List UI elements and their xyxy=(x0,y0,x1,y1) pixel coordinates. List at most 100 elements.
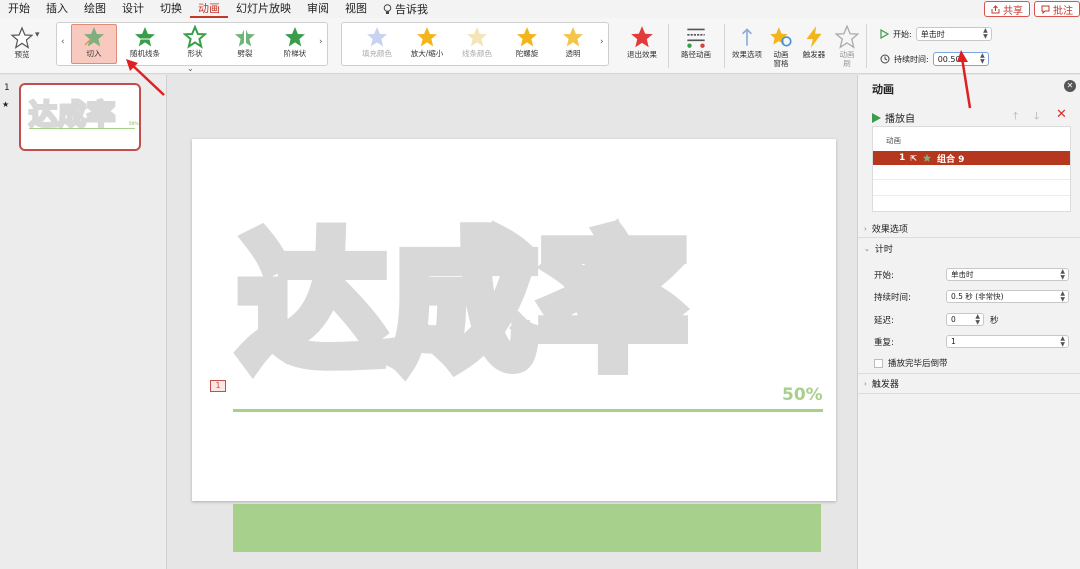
slide-main-text[interactable]: 达成率 xyxy=(233,212,693,396)
ribbon-divider xyxy=(724,24,725,68)
comment-button[interactable]: 批注 xyxy=(1034,1,1080,17)
emphasis-right-icon[interactable]: › xyxy=(600,37,604,47)
pane-delay-unit: 秒 xyxy=(990,316,999,326)
pane-duration-label: 持续时间: xyxy=(874,293,911,303)
share-icon xyxy=(991,4,1000,13)
slide-percent-text[interactable]: 50% xyxy=(782,385,823,405)
select-updown-icon: ▲ ▼ xyxy=(1060,290,1065,303)
trigger-lightning-icon xyxy=(806,26,822,48)
effect-random-bars[interactable]: 随机线条 xyxy=(121,25,169,58)
tab-view[interactable]: 视图 xyxy=(337,0,375,18)
gallery-left-icon[interactable]: ‹ xyxy=(61,37,65,47)
ribbon-start-select[interactable]: 单击时 ▲ ▼ xyxy=(915,27,992,41)
effect-stairs[interactable]: 阶梯状 xyxy=(271,25,319,58)
animation-painter-label: 动画 刷 xyxy=(839,50,855,68)
pane-repeat-label: 重复: xyxy=(874,338,894,348)
tell-me-label: 告诉我 xyxy=(395,3,428,16)
fly-in-label: 切入 xyxy=(86,49,102,58)
preview-chevron-icon[interactable]: ▾ xyxy=(35,30,40,40)
slide-green-line[interactable] xyxy=(233,409,823,412)
effect-grow-shrink[interactable]: 放大/缩小 xyxy=(400,25,454,58)
spinner-updown-icon: ▲ ▼ xyxy=(975,313,980,326)
spin-label: 陀螺旋 xyxy=(515,49,539,58)
delete-icon[interactable]: ✕ xyxy=(1056,107,1067,122)
timing-section[interactable]: ⌄ 计时 xyxy=(864,242,893,256)
split-label: 劈裂 xyxy=(237,49,253,58)
move-up-icon[interactable]: 🡑 xyxy=(1013,109,1018,126)
lightbulb-icon xyxy=(383,3,392,14)
stairs-star-icon xyxy=(285,27,305,47)
grow-shrink-star-icon xyxy=(417,27,437,47)
pane-delay-value: 0 xyxy=(951,315,956,324)
tell-me[interactable]: 告诉我 xyxy=(375,1,428,17)
effect-options-section[interactable]: › 效果选项 xyxy=(864,222,908,236)
section-divider xyxy=(858,393,1080,394)
rewind-checkbox[interactable] xyxy=(874,358,883,368)
pane-repeat-select[interactable]: 1 ▲ ▼ xyxy=(946,335,1069,348)
exit-effects-button[interactable]: 退出效果 xyxy=(620,24,664,59)
offslide-green-block[interactable] xyxy=(233,504,821,552)
effect-shape[interactable]: 形状 xyxy=(171,25,219,58)
animation-list-header: 动画 xyxy=(886,136,901,145)
rewind-label: 播放完毕后倒带 xyxy=(888,359,948,369)
motion-paths-label: 路径动画 xyxy=(681,50,711,59)
animation-painter-button[interactable]: 动画 刷 xyxy=(834,24,860,68)
tab-slideshow[interactable]: 幻灯片放映 xyxy=(228,0,299,18)
play-from-button[interactable]: 播放自 xyxy=(872,110,915,125)
effect-fly-in[interactable]: 切入 xyxy=(71,25,117,58)
slide[interactable]: 达成率 50% 1 xyxy=(192,139,836,501)
preview-label: 预览 xyxy=(14,50,30,59)
line-color-label: 线条颜色 xyxy=(462,49,492,58)
gallery-expand-icon[interactable]: ⌄ xyxy=(187,64,194,73)
animation-item-index: 1 xyxy=(899,153,906,163)
select-updown-icon: ▲ ▼ xyxy=(983,27,988,40)
fill-color-label: 填充颜色 xyxy=(362,49,392,58)
trigger-section[interactable]: › 触发器 xyxy=(864,377,899,391)
animation-list-item[interactable]: 1 ⇱ 组合 9 xyxy=(873,151,1070,165)
tab-draw[interactable]: 绘图 xyxy=(76,0,114,18)
trigger-button[interactable]: 触发器 xyxy=(798,24,830,59)
animation-list: 动画 1 ⇱ 组合 9 xyxy=(872,126,1071,212)
preview-star-icon xyxy=(10,26,34,49)
effect-line-color[interactable]: 线条颜色 xyxy=(450,25,504,58)
thumbnail-pct: 50% xyxy=(129,121,139,126)
animation-item-name: 组合 9 xyxy=(936,154,965,165)
pane-start-select[interactable]: 单击时 ▲ ▼ xyxy=(946,268,1069,281)
rewind-option[interactable]: 播放完毕后倒带 xyxy=(874,357,948,369)
pane-duration-select[interactable]: 0.5 秒 (非常快) ▲ ▼ xyxy=(946,290,1069,303)
tab-design[interactable]: 设计 xyxy=(114,0,152,18)
timing-section-label: 计时 xyxy=(874,245,893,255)
tab-transitions[interactable]: 切换 xyxy=(152,0,190,18)
motion-paths-button[interactable]: 路径动画 xyxy=(674,24,718,59)
tab-review[interactable]: 审阅 xyxy=(299,0,337,18)
tab-insert[interactable]: 插入 xyxy=(38,0,76,18)
pane-delay-label: 延迟: xyxy=(874,316,894,326)
effect-transparency[interactable]: 透明 xyxy=(546,25,600,58)
pane-delay-input[interactable]: 0 ▲ ▼ xyxy=(946,313,984,326)
shape-star-icon xyxy=(183,25,207,49)
animation-pane-button[interactable]: 动画 窗格 xyxy=(766,24,796,68)
move-down-icon[interactable]: 🡓 xyxy=(1034,109,1039,126)
effect-split[interactable]: 劈裂 xyxy=(221,25,269,58)
animation-pane-label: 动画 窗格 xyxy=(773,50,789,68)
section-divider xyxy=(858,237,1080,238)
slide-thumbnail-pane: 1 ★ 达成率 50% xyxy=(0,75,167,569)
comment-icon xyxy=(1041,5,1050,14)
slide-number: 1 xyxy=(4,83,10,93)
animation-pane-icon xyxy=(770,27,792,47)
annotation-arrow-right xyxy=(957,50,972,109)
clock-icon xyxy=(880,54,890,64)
effect-options-button[interactable]: 效果选项 xyxy=(728,24,766,59)
slide-canvas: 达成率 50% 1 xyxy=(168,75,856,569)
tab-home[interactable]: 开始 xyxy=(0,0,38,18)
list-divider xyxy=(873,179,1070,180)
play-icon xyxy=(872,112,881,123)
play-triangle-icon xyxy=(880,29,889,39)
stairs-label: 阶梯状 xyxy=(283,49,307,58)
animation-order-tag[interactable]: 1 xyxy=(210,380,226,392)
tab-animations[interactable]: 动画 xyxy=(190,0,228,18)
share-button[interactable]: 共享 xyxy=(984,1,1030,17)
effect-fill-color[interactable]: 填充颜色 xyxy=(350,25,404,58)
gallery-right-icon[interactable]: › xyxy=(319,37,323,47)
close-icon[interactable]: ✕ xyxy=(1064,80,1076,92)
